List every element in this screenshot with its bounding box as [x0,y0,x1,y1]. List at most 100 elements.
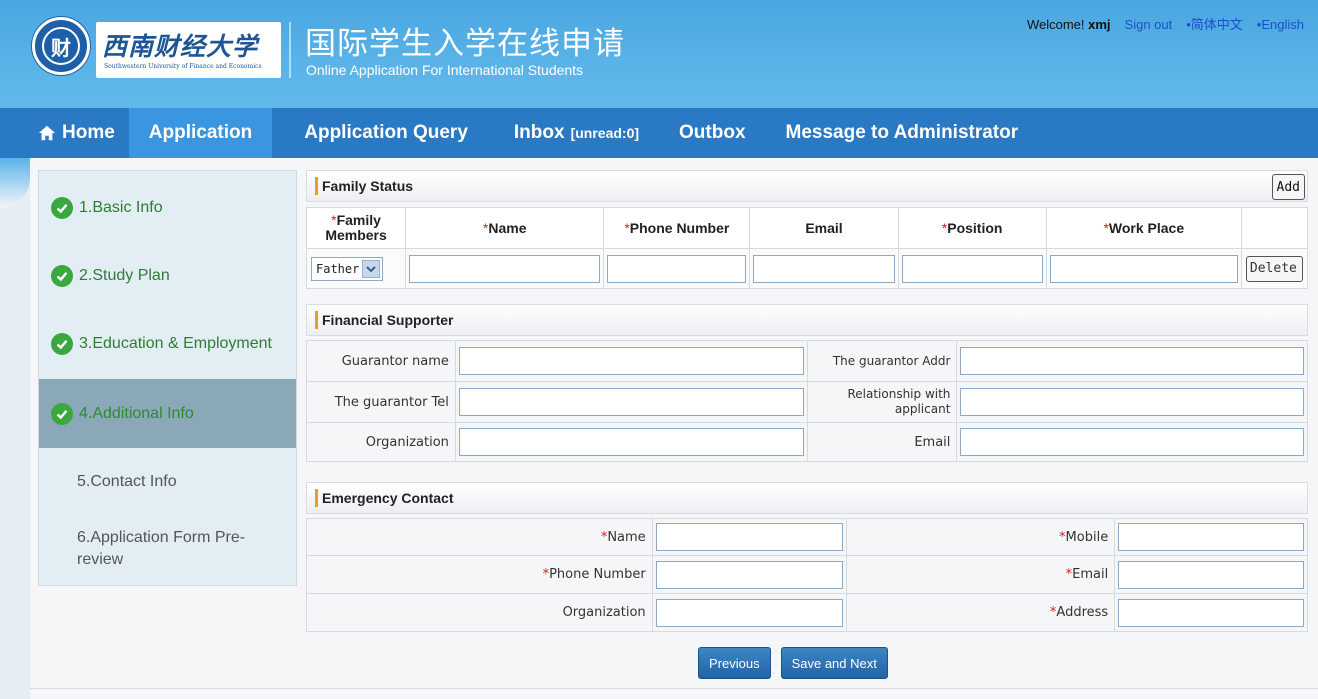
check-circle-icon [51,197,73,219]
emergency-phone-label: *Phone Number [306,555,653,594]
check-circle-icon [51,265,73,287]
family-table: *Family Members *Name *Phone Number Emai… [305,207,1309,289]
previous-button[interactable]: Previous [698,647,771,679]
user-bar: Welcome! xmj Sign out •简体中文 •English [1027,14,1304,33]
section-emergency-contact: Emergency Contact [306,482,1308,514]
sign-out-link[interactable]: Sign out [1125,17,1173,32]
relationship-label: Relationship with applicant [806,381,958,423]
add-family-member-button[interactable]: Add [1271,174,1305,200]
financial-table: Guarantor name The guarantor Addr The gu… [306,340,1308,462]
section-title: Emergency Contact [322,490,454,506]
col-email: Email [749,207,899,249]
logo-english-name: Southwestern University of Finance and E… [104,63,262,70]
table-row: Father Delete [305,248,1309,289]
nav-application[interactable]: Application [128,108,273,158]
sidebar-item-pre-review[interactable]: 6.Application Form Pre-review [39,527,269,577]
nav-outbox[interactable]: Outbox [665,108,760,158]
sidebar-item-education-employment[interactable]: 3.Education & Employment [39,319,296,369]
emergency-name-input[interactable] [655,523,844,551]
sidebar-item-label: 1.Basic Info [79,199,163,216]
lang-chinese-link[interactable]: •简体中文 [1186,14,1243,33]
table-row: Organization Email [306,422,1308,462]
emergency-organization-input[interactable] [655,598,844,627]
welcome-text: Welcome! xmj [1026,17,1111,32]
table-row: Guarantor name The guarantor Addr [306,340,1308,382]
guarantor-addr-label: The guarantor Addr [806,340,958,382]
guarantor-name-input[interactable] [458,347,804,375]
col-work-place: *Work Place [1045,207,1242,249]
unread-count: [unread:0] [570,125,640,141]
family-email-input[interactable] [753,254,895,283]
emergency-email-label: *Email [846,555,1116,594]
family-position-input[interactable] [901,254,1043,283]
family-member-select[interactable]: Father [311,256,383,281]
family-workplace-input[interactable] [1049,254,1238,283]
username: xmj [1088,17,1111,32]
left-decor-strip [0,158,30,699]
logo-chinese-name: 西南财经大学 [102,32,259,61]
table-row: Organization *Address [306,593,1308,632]
guarantor-name-label: Guarantor name [306,340,456,382]
family-phone-input[interactable] [607,254,747,283]
nav-inbox[interactable]: Inbox [unread:0] [500,108,653,158]
col-position: *Position [897,207,1047,249]
header-divider [289,22,291,78]
guarantor-addr-input[interactable] [960,347,1304,375]
family-name-input[interactable] [409,254,601,283]
sidebar-item-label: 5.Contact Info [77,473,177,490]
emergency-table: *Name *Mobile *Phone Number *Email Organ… [306,518,1308,632]
nav-inbox-label: Inbox [513,122,565,143]
sidebar-item-study-plan[interactable]: 2.Study Plan [39,251,296,301]
col-name: *Name [405,207,605,249]
sidebar-item-basic-info[interactable]: 1.Basic Info [39,183,296,233]
page-title-chinese: 国际学生入学在线申请 [305,26,625,62]
financial-organization-input[interactable] [458,428,804,456]
guarantor-tel-label: The guarantor Tel [306,381,456,423]
nav-application-query[interactable]: Application Query [290,108,482,158]
nav-home[interactable]: Home [0,108,129,158]
col-phone-number: *Phone Number [603,207,751,249]
table-row: *Name *Mobile [306,518,1308,556]
step-sidebar: 1.Basic Info 2.Study Plan 3.Education & … [38,170,297,586]
university-logo-wordmark: 西南财经大学 Southwestern University of Financ… [96,22,281,78]
emergency-email-input[interactable] [1118,560,1304,589]
section-title: Family Status [322,178,414,194]
table-row: The guarantor Tel Relationship with appl… [306,381,1308,423]
relationship-input[interactable] [960,388,1304,416]
sidebar-item-label: 4.Additional Info [79,404,194,422]
emergency-phone-input[interactable] [655,560,844,589]
main-nav: Home Application Application Query Inbox… [0,108,1318,158]
guarantor-tel-input[interactable] [458,388,804,416]
emergency-address-input[interactable] [1118,598,1304,627]
sidebar-item-contact-info[interactable]: 5.Contact Info [39,471,296,501]
family-table-header: *Family Members *Name *Phone Number Emai… [305,207,1309,249]
section-accent-bar [315,311,318,329]
financial-email-input[interactable] [960,428,1304,456]
nav-message-admin[interactable]: Message to Administrator [772,108,1033,158]
section-title: Financial Supporter [322,312,454,328]
sidebar-item-additional-info[interactable]: 4.Additional Info [39,379,296,448]
table-row: *Phone Number *Email [306,555,1308,594]
chevron-down-icon [362,259,380,278]
save-and-next-button[interactable]: Save and Next [780,647,888,679]
sidebar-item-label: 3.Education & Employment [79,335,272,352]
col-actions [1240,207,1309,249]
financial-email-label: Email [806,422,958,462]
header: 财 西南财经大学 Southwestern University of Fina… [0,0,1318,108]
section-financial-supporter: Financial Supporter [306,304,1308,336]
emergency-mobile-input[interactable] [1118,523,1304,551]
section-family-status: Family Status Add [306,170,1308,202]
emergency-address-label: *Address [846,593,1116,632]
emergency-mobile-label: *Mobile [846,518,1116,556]
home-icon [38,125,56,141]
sidebar-item-label: 6.Application Form Pre-review [77,529,246,568]
check-circle-icon [51,333,73,355]
lang-english-link[interactable]: •English [1257,17,1304,32]
delete-row-button[interactable]: Delete [1245,255,1303,282]
emergency-organization-label: Organization [306,593,653,632]
form-actions: Previous Save and Next [698,647,888,679]
footer-divider [30,688,1318,689]
page-title-english: Online Application For International Stu… [306,62,584,78]
nav-home-label: Home [62,122,115,143]
section-accent-bar [315,177,318,195]
